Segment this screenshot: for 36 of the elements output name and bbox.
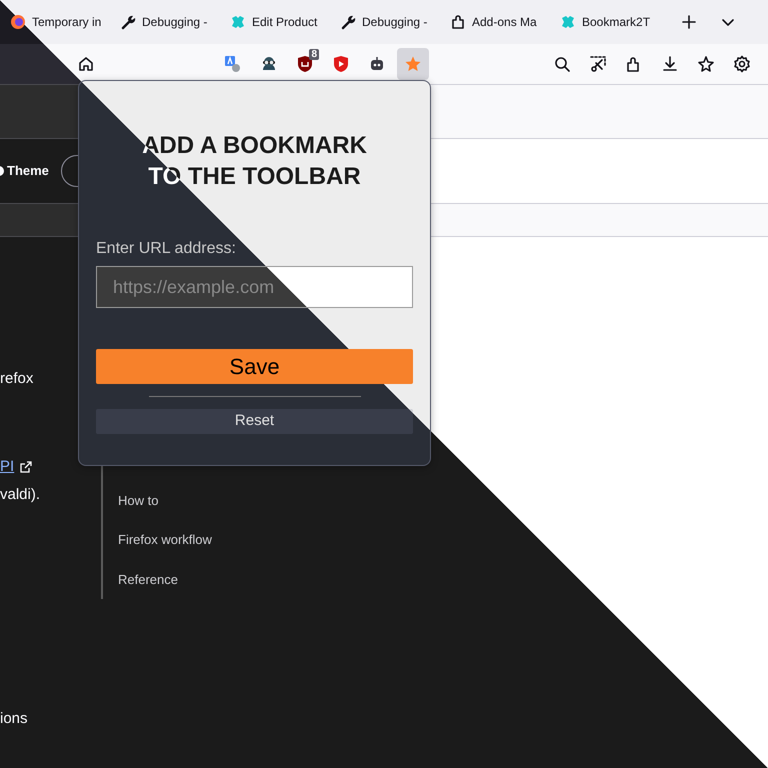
scissors-icon: [589, 55, 607, 73]
star-icon: [697, 55, 715, 73]
nav-link[interactable]: How to: [118, 491, 158, 511]
play-icon: [332, 55, 350, 73]
browser-tab[interactable]: Debugging -: [336, 7, 446, 37]
browser-tab[interactable]: Bookmark2T: [556, 7, 666, 37]
download-icon: [661, 55, 679, 73]
settings-icon: [733, 55, 751, 73]
browser-tab[interactable]: Temporary in: [6, 7, 116, 37]
external-link-icon: [20, 461, 32, 473]
star-icon: [404, 55, 422, 73]
button-label[interactable]: Theme: [7, 161, 49, 181]
nav-link[interactable]: Firefox workflow: [118, 530, 212, 550]
paragraph-text: ions: [0, 709, 28, 729]
save-button[interactable]: Save: [96, 349, 413, 384]
browser-tab[interactable]: Debugging -: [116, 7, 226, 37]
url-field[interactable]: https://example.com: [96, 266, 413, 308]
nav-link[interactable]: Reference: [118, 570, 178, 590]
paragraph-text: valdi).: [0, 485, 40, 505]
firefox-icon: [10, 14, 26, 30]
wrench-icon: [120, 14, 136, 30]
paragraph-text: refox: [0, 369, 34, 389]
wrench-icon: [340, 14, 356, 30]
reset-button[interactable]: Reset: [96, 409, 413, 434]
search-icon: [553, 55, 571, 73]
field-label: Enter URL address:: [96, 239, 237, 259]
browser-tab[interactable]: Add-ons Ma: [446, 7, 556, 37]
home-icon: [77, 55, 95, 73]
plus-icon: [681, 14, 697, 30]
spy-mask-icon: [260, 55, 278, 73]
robot-icon: [368, 55, 386, 73]
badge-count: 8: [309, 49, 319, 60]
extension-button[interactable]: 8: [289, 48, 321, 80]
link[interactable]: PI: [0, 456, 14, 478]
browser-tab[interactable]: Edit Product: [226, 7, 336, 37]
translate-icon: [224, 55, 242, 73]
